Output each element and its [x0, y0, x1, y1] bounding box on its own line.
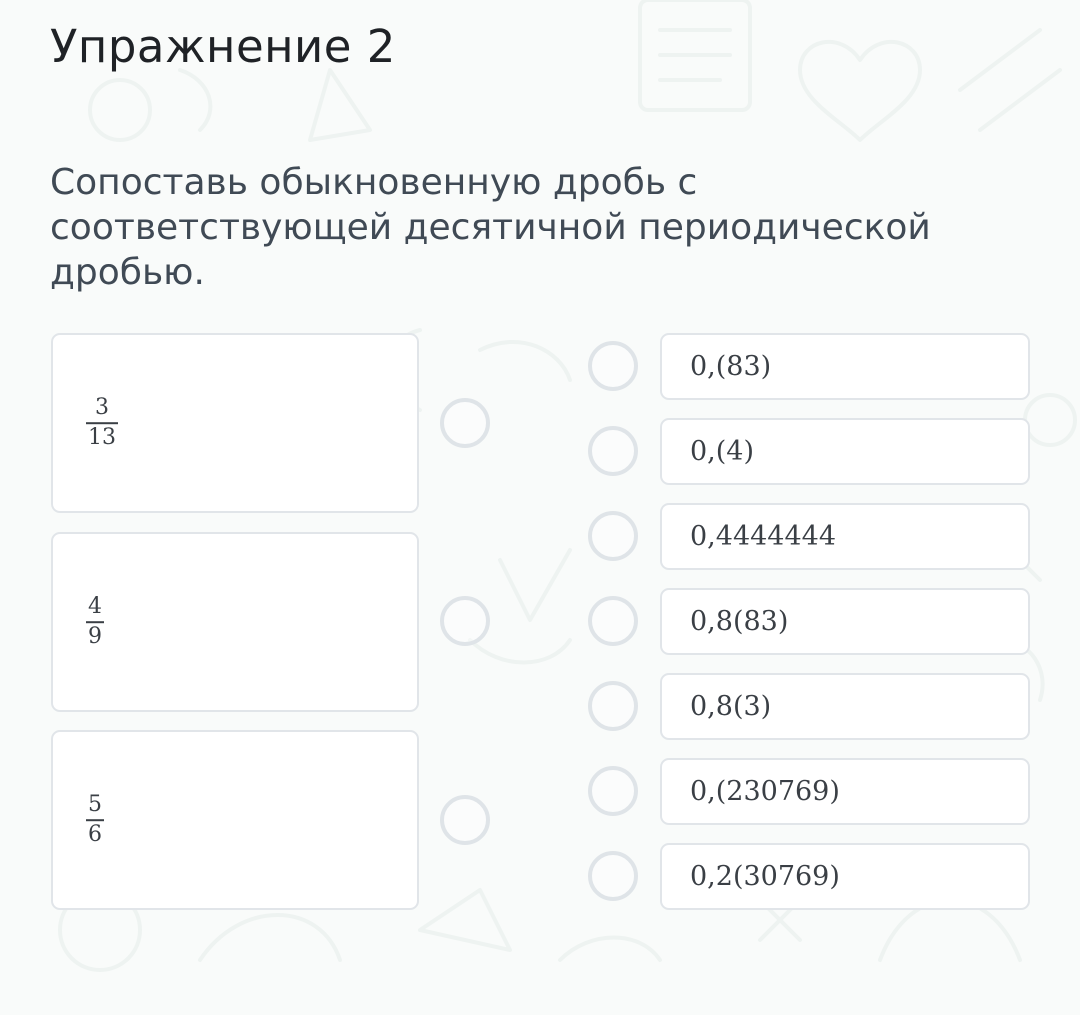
- decimal-option[interactable]: 0,4444444: [660, 503, 1030, 570]
- right-connector-dot[interactable]: [588, 681, 638, 731]
- decimal-option[interactable]: 0,8(83): [660, 588, 1030, 655]
- fraction-bar: [86, 422, 118, 424]
- left-connector-dot[interactable]: [440, 596, 490, 646]
- left-connector-dot[interactable]: [440, 398, 490, 448]
- fraction-denominator: 9: [88, 623, 102, 649]
- fraction-numerator: 3: [95, 395, 109, 421]
- fraction: 5 6: [86, 792, 104, 848]
- decimal-option[interactable]: 0,(83): [660, 333, 1030, 400]
- right-connector-dot[interactable]: [588, 426, 638, 476]
- fraction-denominator: 6: [88, 821, 102, 847]
- right-connector-dot[interactable]: [588, 511, 638, 561]
- decimal-option[interactable]: 0,8(3): [660, 673, 1030, 740]
- fraction-bar: [86, 621, 104, 623]
- right-connector-dot[interactable]: [588, 851, 638, 901]
- decimal-option[interactable]: 0,(230769): [660, 758, 1030, 825]
- fraction-card[interactable]: 5 6: [51, 730, 419, 910]
- fraction-card[interactable]: 3 13: [51, 333, 419, 513]
- exercise-instruction: Сопоставь обыкновенную дробь с соответст…: [50, 162, 931, 293]
- decimal-option[interactable]: 0,2(30769): [660, 843, 1030, 910]
- fraction: 4 9: [86, 594, 104, 650]
- right-connector-dot[interactable]: [588, 596, 638, 646]
- fraction-numerator: 4: [88, 594, 102, 620]
- decimal-option[interactable]: 0,(4): [660, 418, 1030, 485]
- fraction: 3 13: [86, 395, 118, 451]
- fraction-numerator: 5: [88, 792, 102, 818]
- right-connector-dot[interactable]: [588, 341, 638, 391]
- left-connector-dot[interactable]: [440, 795, 490, 845]
- right-connector-dot[interactable]: [588, 766, 638, 816]
- fraction-bar: [86, 819, 104, 821]
- fraction-denominator: 13: [88, 424, 116, 450]
- exercise-title: Упражнение 2: [50, 20, 396, 73]
- fraction-card[interactable]: 4 9: [51, 532, 419, 712]
